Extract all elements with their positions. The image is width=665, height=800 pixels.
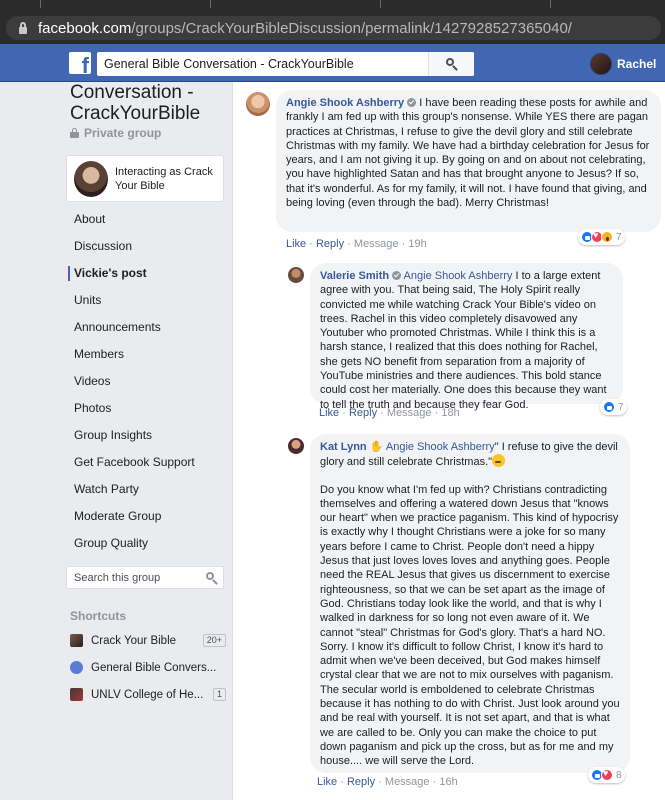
love-reaction-icon — [601, 768, 613, 781]
facebook-top-bar: f General Bible Conversation - CrackYour… — [0, 44, 665, 82]
group-sidebar: Conversation - CrackYourBible Private gr… — [0, 82, 233, 800]
avatar — [74, 161, 108, 197]
group-photo-icon — [70, 688, 83, 701]
group-photo-icon — [70, 634, 83, 647]
comment-actions: Like · Reply · Message · 18h — [319, 407, 460, 419]
avatar — [590, 53, 612, 75]
privacy-label: Private group — [70, 126, 161, 140]
url-host: facebook.com — [38, 19, 132, 37]
group-search-placeholder: Search this group — [74, 572, 161, 584]
global-search-input[interactable]: General Bible Conversation - CrackYourBi… — [97, 57, 428, 71]
group-icon — [70, 661, 83, 674]
nav-item-group-insights[interactable]: Group Insights — [66, 422, 226, 449]
comment-text: I have been reading these posts for awhi… — [286, 97, 650, 210]
lock-icon — [70, 128, 79, 138]
reply-bubble: Valerie Smith Angie Shook Ashberry I to … — [310, 263, 623, 411]
shortcut-item[interactable]: General Bible Convers... — [70, 654, 226, 681]
reaction-count: 7 — [616, 231, 622, 243]
group-title[interactable]: Conversation - CrackYourBible — [70, 82, 230, 124]
nav-item-videos[interactable]: Videos — [66, 368, 226, 395]
mentioned-user[interactable]: Angie Shook Ashberry — [386, 441, 495, 453]
wave-icon: ✋ — [369, 441, 384, 453]
nav-item-vickies-post[interactable]: Vickie's post — [66, 260, 226, 287]
comment-author[interactable]: Angie Shook Ashberry — [286, 97, 404, 109]
message-link[interactable]: Message — [354, 238, 399, 250]
global-search-box[interactable]: General Bible Conversation - CrackYourBi… — [97, 52, 474, 76]
reaction-count: 8 — [616, 769, 622, 781]
like-link[interactable]: Like — [319, 407, 339, 419]
reactions-summary[interactable]: 8 — [588, 767, 625, 783]
reply-link[interactable]: Reply — [316, 238, 344, 250]
comment-author[interactable]: Valerie Smith — [320, 270, 389, 282]
comment-actions: Like · Reply · Message · 19h — [286, 238, 427, 250]
like-reaction-icon — [603, 401, 615, 413]
notification-count-badge: 1 — [212, 688, 226, 701]
nav-item-discussion[interactable]: Discussion — [66, 233, 226, 260]
reaction-count: 7 — [618, 401, 624, 413]
commenter-avatar[interactable] — [246, 92, 270, 116]
mentioned-user[interactable]: Angie Shook Ashberry — [404, 270, 513, 282]
profile-name: Rachel — [617, 57, 657, 71]
shortcuts-header: Shortcuts — [70, 609, 127, 623]
comment-actions: Like · Reply · Message · 16h — [317, 776, 458, 788]
nav-item-members[interactable]: Members — [66, 341, 226, 368]
comment-text: I to a large extent agree with you. That… — [320, 270, 607, 411]
group-nav: About Discussion Vickie's post Units Ann… — [66, 206, 226, 557]
search-icon[interactable] — [206, 572, 218, 584]
nav-item-watch-party[interactable]: Watch Party — [66, 476, 226, 503]
search-button[interactable] — [428, 52, 474, 76]
reply-link[interactable]: Reply — [347, 776, 375, 788]
profile-link[interactable]: Rachel — [590, 53, 656, 75]
emoji-icon — [492, 454, 506, 468]
nav-item-group-quality[interactable]: Group Quality — [66, 530, 226, 557]
badge-icon — [407, 98, 417, 107]
comment-timestamp[interactable]: 19h — [408, 238, 426, 250]
comment-timestamp[interactable]: 18h — [441, 407, 459, 419]
nav-item-moderate-group[interactable]: Moderate Group — [66, 503, 226, 530]
reply-bubble: Kat Lynn ✋ Angie Shook Ashberry" I refus… — [310, 434, 630, 773]
comment-text: Do you know what I'm fed up with? Christ… — [320, 483, 620, 768]
browser-address-bar: facebook.com/groups/CrackYourBibleDiscus… — [0, 12, 665, 44]
reply-link[interactable]: Reply — [349, 407, 377, 419]
shortcut-item[interactable]: Crack Your Bible 20+ — [70, 627, 226, 654]
nav-item-announcements[interactable]: Announcements — [66, 314, 226, 341]
shortcut-item[interactable]: UNLV College of He... 1 — [70, 681, 226, 708]
lock-icon — [18, 22, 28, 34]
acting-as-label: Interacting as Crack Your Bible — [115, 166, 213, 192]
nav-item-facebook-support[interactable]: Get Facebook Support — [66, 449, 226, 476]
nav-item-about[interactable]: About — [66, 206, 226, 233]
comment-author[interactable]: Kat Lynn — [320, 441, 367, 453]
comment-bubble: Angie Shook Ashberry I have been reading… — [276, 90, 661, 232]
url-field[interactable]: facebook.com/groups/CrackYourBibleDiscus… — [6, 16, 661, 40]
commenter-avatar[interactable] — [288, 438, 304, 454]
message-link[interactable]: Message — [385, 776, 430, 788]
comment-timestamp[interactable]: 16h — [439, 776, 457, 788]
like-link[interactable]: Like — [317, 776, 337, 788]
reactions-summary[interactable]: 7 — [600, 399, 627, 415]
facebook-logo-icon[interactable]: f — [69, 52, 91, 74]
badge-icon — [392, 271, 402, 280]
commenter-avatar[interactable] — [288, 267, 304, 283]
wow-reaction-icon — [601, 231, 613, 243]
url-path: /groups/CrackYourBibleDiscussion/permali… — [131, 19, 572, 37]
browser-tab-strip — [0, 0, 665, 12]
nav-item-units[interactable]: Units — [66, 287, 226, 314]
group-search-input[interactable]: Search this group — [66, 566, 224, 589]
reactions-summary[interactable]: 7 — [578, 229, 625, 245]
message-link[interactable]: Message — [387, 407, 432, 419]
notification-count-badge: 20+ — [202, 634, 226, 647]
acting-as-switcher[interactable]: Interacting as Crack Your Bible — [66, 155, 224, 202]
post-comments: Angie Shook Ashberry I have been reading… — [233, 82, 665, 800]
like-link[interactable]: Like — [286, 238, 306, 250]
nav-item-photos[interactable]: Photos — [66, 395, 226, 422]
shortcuts-list: Crack Your Bible 20+ General Bible Conve… — [70, 627, 226, 708]
search-icon — [446, 58, 458, 70]
